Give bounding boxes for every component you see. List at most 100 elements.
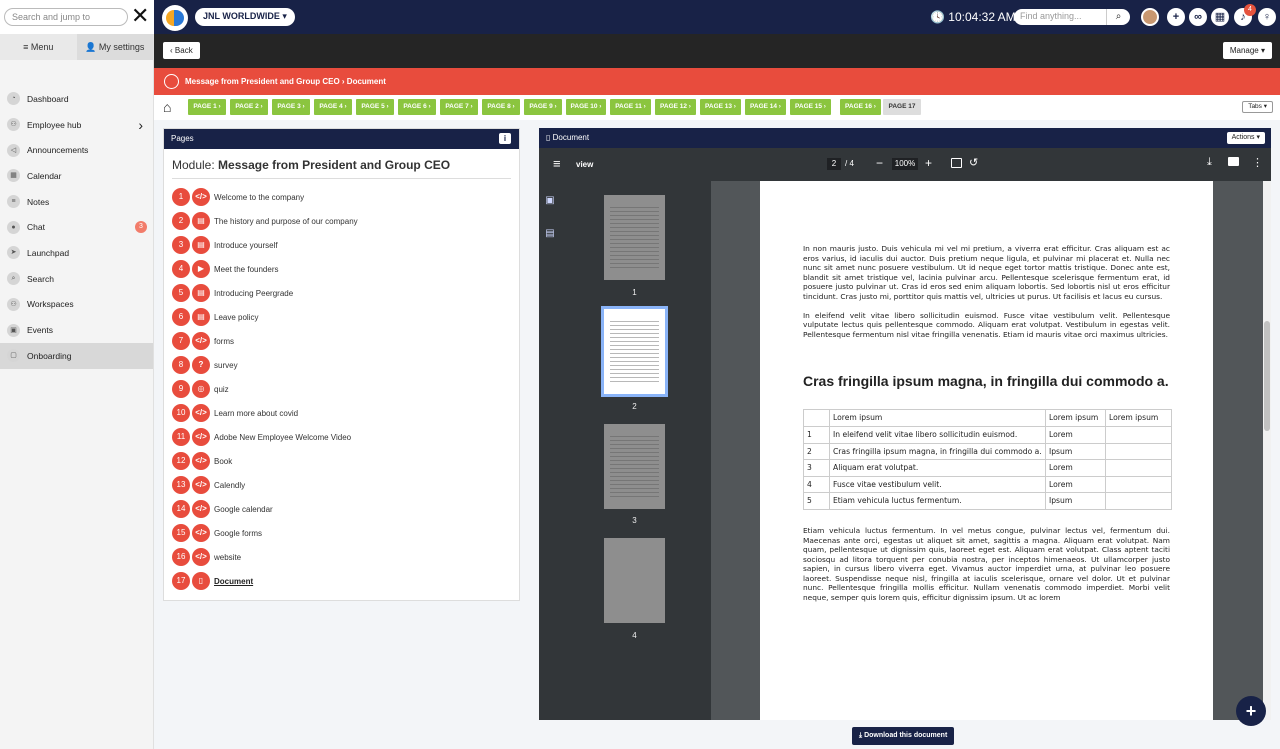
tab-my-settings[interactable]: 👤 My settings (76, 34, 153, 60)
page-label: Welcome to the company (214, 192, 305, 202)
page-number: 16 (172, 548, 190, 566)
sidebar-item-chat[interactable]: ● Chat 3 (0, 214, 153, 240)
page-button[interactable]: PAGE 4 › (314, 99, 352, 115)
page-button[interactable]: PAGE 7 › (440, 99, 478, 115)
page-button[interactable]: PAGE 9 › (524, 99, 562, 115)
page-button[interactable]: PAGE 13 › (700, 99, 741, 115)
document-view-area[interactable]: In non mauris justo. Duis vehicula mi ve… (711, 181, 1271, 720)
menu-icon[interactable]: ≡ (553, 156, 561, 171)
table-cell: Etiam vehicula luctus fermentum. (829, 492, 1046, 510)
chevron-right-icon[interactable]: › (138, 117, 143, 133)
calendar-icon[interactable]: ▦ (1211, 8, 1229, 26)
avatar[interactable] (1141, 8, 1159, 26)
list-item[interactable]: 8? survey (164, 353, 519, 377)
zoom-out-icon[interactable]: − (876, 156, 883, 170)
list-item[interactable]: 14 </> Google calendar (164, 497, 519, 521)
thumbnails-icon[interactable]: ▣ (539, 195, 561, 206)
download-icon[interactable]: ⤓ (1207, 156, 1212, 169)
manage-button[interactable]: Manage ▾ (1222, 42, 1272, 59)
list-item[interactable]: 16 </> website (164, 545, 519, 569)
sidebar-item-announcements[interactable]: ◁ Announcements (0, 137, 153, 163)
search-icon[interactable]: ⌕ (1106, 9, 1130, 25)
sidebar-item-search[interactable]: ⌕ Search (0, 266, 153, 292)
sidebar-item-calendar[interactable]: ▦ Calendar (0, 163, 153, 189)
page-button[interactable]: PAGE 1 › (188, 99, 226, 115)
print-icon[interactable] (1228, 157, 1239, 166)
page-button[interactable]: PAGE 5 › (356, 99, 394, 115)
table-row: 4 Fusce vitae vestibulum velit. Lorem (803, 475, 1172, 494)
home-icon[interactable]: ⌂ (163, 99, 171, 115)
scrollbar[interactable] (1263, 181, 1271, 720)
close-icon[interactable]: ✕ (131, 4, 149, 28)
jump-search-input[interactable]: Search and jump to (4, 8, 128, 26)
tab-menu[interactable]: ≡ Menu (0, 34, 77, 60)
list-item-current[interactable]: 17 ▯ Document (164, 569, 519, 593)
list-item[interactable]: 9 ◎ quiz (164, 377, 519, 401)
tabs-dropdown-button[interactable]: Tabs ▾ (1242, 101, 1273, 113)
list-item[interactable]: 1 </> Welcome to the company (164, 185, 519, 209)
table-cell: Lorem ipsum (1105, 409, 1172, 427)
plus-icon[interactable]: + (1167, 8, 1185, 26)
page-button[interactable]: PAGE 8 › (482, 99, 520, 115)
sidebar-item-employee-hub[interactable]: ⚇ Employee hub › (0, 112, 153, 138)
company-logo-icon[interactable] (162, 5, 188, 31)
sidebar-item-onboarding[interactable]: ▢ Onboarding (0, 342, 153, 369)
sidebar-item-workspaces[interactable]: ⚇ Workspaces (0, 292, 153, 318)
list-item[interactable]: 5 ▤ Introducing Peergrade (164, 281, 519, 305)
list-item[interactable]: 12 </> Book (164, 449, 519, 473)
fit-page-icon[interactable] (951, 158, 962, 168)
table-cell: Ipsum (1045, 492, 1106, 510)
page-number: 1 (172, 188, 190, 206)
link-icon[interactable]: ∞ (1189, 8, 1207, 26)
page-button[interactable]: PAGE 3 › (272, 99, 310, 115)
download-document-button[interactable]: ⤓ Download this document (852, 727, 955, 745)
page-button[interactable]: PAGE 6 › (398, 99, 436, 115)
list-item[interactable]: 11 </> Adobe New Employee Welcome Video (164, 425, 519, 449)
scrollbar-thumb[interactable] (1264, 321, 1270, 431)
list-item[interactable]: 3 ▤ Introduce yourself (164, 233, 519, 257)
page-number: 11 (172, 428, 190, 446)
actions-button[interactable]: Actions ▾ (1226, 132, 1265, 144)
list-item[interactable]: 10 </> Learn more about covid (164, 401, 519, 425)
list-item[interactable]: 4 ▶ Meet the founders (164, 257, 519, 281)
list-item[interactable]: 7 </> forms (164, 329, 519, 353)
page-button[interactable]: PAGE 16 › (840, 99, 881, 115)
page-thumbnail-selected[interactable] (601, 306, 668, 397)
page-button[interactable]: PAGE 12 › (655, 99, 696, 115)
more-options-icon[interactable]: ⋮ (1252, 156, 1263, 169)
company-switcher-button[interactable]: JNL WORLDWIDE ▾ (195, 8, 295, 26)
page-button[interactable]: PAGE 15 › (790, 99, 831, 115)
action-toolbar: ‹ Back Manage ▾ (154, 34, 1280, 68)
lightbulb-icon[interactable]: ♀ (1258, 8, 1276, 26)
info-icon[interactable]: i (499, 133, 511, 144)
page-thumbnail[interactable] (604, 538, 665, 623)
back-button[interactable]: ‹ Back (163, 42, 200, 59)
page-number-input[interactable]: 2 (827, 158, 841, 170)
page-button-current[interactable]: PAGE 17 (883, 99, 921, 115)
page-button[interactable]: PAGE 2 › (230, 99, 268, 115)
page-label: forms (214, 336, 234, 346)
list-item[interactable]: 6 ▤ Leave policy (164, 305, 519, 329)
zoom-in-icon[interactable]: + (925, 156, 932, 170)
page-button[interactable]: PAGE 14 › (745, 99, 786, 115)
table-cell: In eleifend velit vitae libero sollicitu… (829, 425, 1046, 444)
list-item[interactable]: 15 </> Google forms (164, 521, 519, 545)
list-item[interactable]: 2 ▤ The history and purpose of our company (164, 209, 519, 233)
zoom-input[interactable]: 100% (892, 158, 918, 170)
page-thumbnail[interactable] (604, 424, 665, 509)
sidebar-item-launchpad[interactable]: ➤ Launchpad (0, 240, 153, 266)
sidebar-item-notes[interactable]: ≡ Notes (0, 189, 153, 215)
page-thumbnail[interactable] (604, 195, 665, 280)
rotate-icon[interactable]: ↺ (969, 156, 978, 169)
page-button[interactable]: PAGE 10 › (566, 99, 606, 115)
outline-icon[interactable]: ▤ (539, 228, 561, 239)
find-anything-input[interactable]: Find anything... (1014, 9, 1106, 25)
sidebar-item-events[interactable]: ▣ Events (0, 317, 153, 343)
sidebar-item-dashboard[interactable]: ◔ Dashboard (0, 86, 153, 112)
add-floating-button[interactable]: + (1236, 696, 1266, 726)
pages-panel-header: Pages i (164, 129, 519, 149)
sidebar-item-label: Announcements (27, 145, 89, 156)
document-panel-title: Document (552, 133, 590, 142)
page-button[interactable]: PAGE 11 › (610, 99, 651, 115)
list-item[interactable]: 13 </> Calendly (164, 473, 519, 497)
